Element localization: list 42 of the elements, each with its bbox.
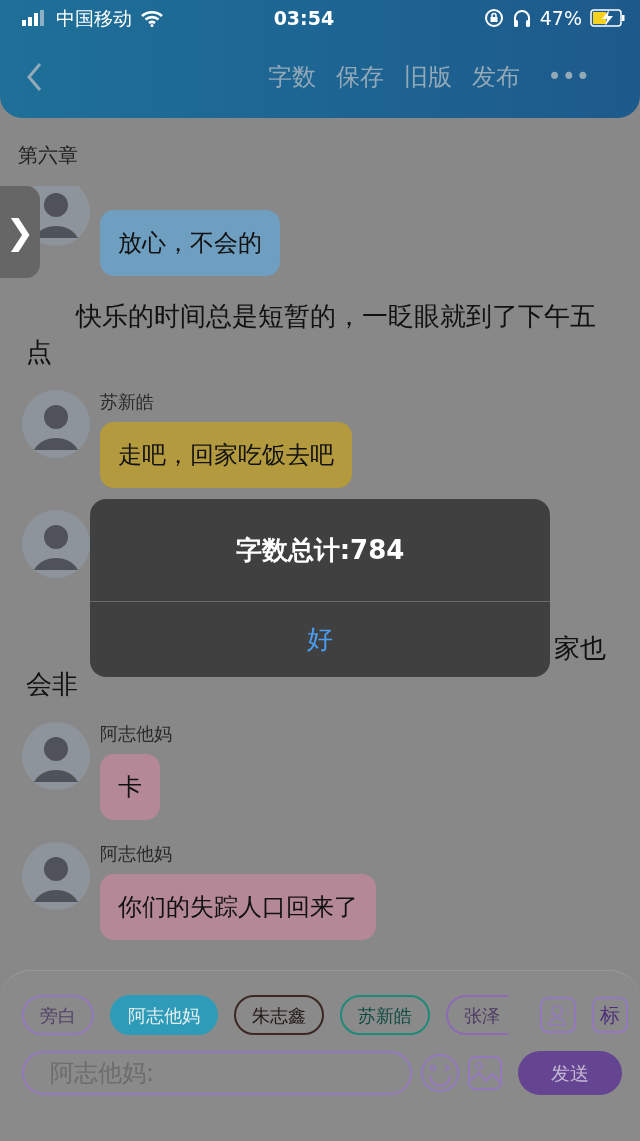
wifi-icon: [140, 9, 164, 27]
message-bubble: 走吧，回家吃饭去吧: [100, 422, 352, 488]
alert-message: 字数总计:784: [234, 533, 406, 567]
role-chip[interactable]: 张泽: [446, 995, 508, 1035]
battery-percent: 47%: [539, 5, 582, 31]
chapter-title: 第六章: [17, 142, 79, 169]
avatar-icon: [22, 510, 90, 578]
narration-text: 家也: [554, 632, 606, 665]
avatar-icon: [22, 722, 90, 790]
status-time: 03:54: [273, 5, 335, 31]
role-chip[interactable]: 旁白: [22, 995, 94, 1035]
role-chip[interactable]: 阿志他妈: [110, 995, 218, 1035]
toolbar-action[interactable]: 旧版: [393, 59, 462, 95]
sender-name: 阿志他妈: [100, 722, 172, 746]
tag-button[interactable]: 标: [592, 997, 628, 1033]
message-bubble: 放心，不会的: [100, 210, 280, 276]
sender-name: 阿志他妈: [100, 842, 172, 866]
avatar-icon: [22, 390, 90, 458]
ok-button[interactable]: 好: [90, 601, 550, 677]
narration-text: 会非: [26, 668, 78, 701]
person-icon: [546, 1003, 570, 1027]
narration-text: 快乐的时间总是短暂的，一眨眼就到了下午五点: [25, 300, 597, 369]
carrier-name: 中国移动: [56, 5, 132, 31]
headphones-icon: [511, 8, 532, 28]
toolbar-action[interactable]: 字数: [257, 59, 326, 95]
toolbar-action[interactable]: 保存: [325, 59, 394, 95]
battery-charging-icon: [590, 9, 626, 27]
rotation-lock-icon: [483, 8, 504, 28]
toolbar-action[interactable]: 发布: [461, 59, 530, 95]
avatar-icon: [22, 842, 90, 910]
image-icon[interactable]: [468, 1056, 502, 1090]
role-chip[interactable]: 朱志鑫: [234, 995, 324, 1035]
character-button[interactable]: [540, 997, 576, 1033]
emoji-icon[interactable]: [420, 1053, 460, 1093]
back-icon[interactable]: [26, 62, 42, 92]
message-bubble: 你们的失踪人口回来了: [100, 874, 376, 940]
message-bubble: 卡: [100, 754, 160, 820]
sender-name: 苏新皓: [100, 390, 154, 414]
side-tab[interactable]: ❯: [0, 186, 40, 278]
more-button[interactable]: •••: [537, 59, 600, 95]
send-button[interactable]: 发送: [518, 1051, 622, 1095]
role-chip[interactable]: 苏新皓: [340, 995, 430, 1035]
